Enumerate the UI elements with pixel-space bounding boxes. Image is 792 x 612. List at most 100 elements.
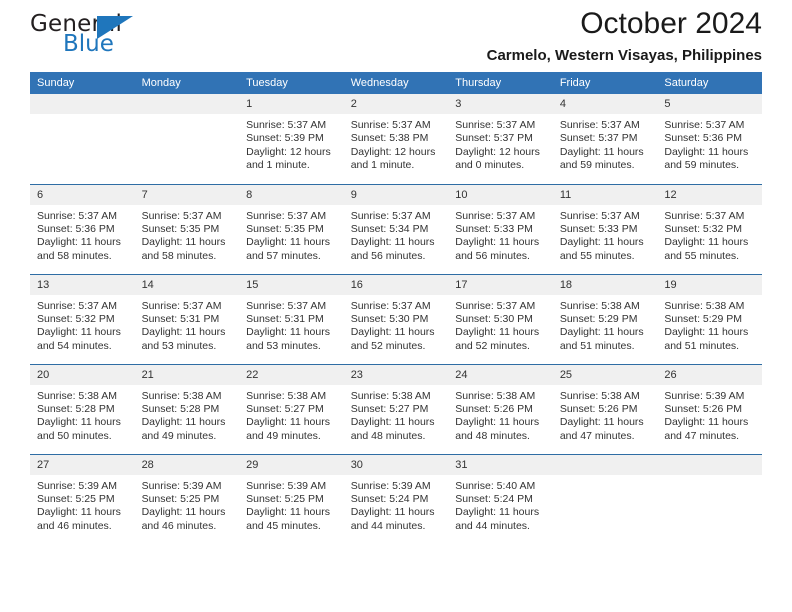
sunrise-text: Sunrise: 5:37 AM [350,119,431,131]
sunrise-text: Sunrise: 5:37 AM [350,299,431,312]
calendar-day-cell[interactable]: 15 Sunrise: 5:37 AM Sunset: 5:31 PM Dayligh… [239,273,344,364]
day-number: 9 [343,184,449,205]
sunrise-text: Sunrise: 5:38 AM [664,299,745,312]
day-number: 13 [30,274,135,295]
sunrise-sunset-calendar: Sunday Monday Tuesday Wednesday Thursday… [30,72,762,544]
calendar-day-cell[interactable]: 22 Sunrise: 5:38 AM Sunset: 5:27 PM Dayligh… [239,363,344,454]
calendar-body: 1 Sunrise: 5:37 AM Sunset: 5:39 PM Daylight… [30,94,762,544]
calendar-day-cell[interactable]: 1 Sunrise: 5:37 AM Sunset: 5:39 PM Daylight… [239,94,344,184]
day-number [552,454,658,475]
sunrise-text: Sunrise: 5:37 AM [246,299,327,312]
day-number: 16 [343,274,449,295]
day-details: Sunrise: 5:40 AM Sunset: 5:24 PM Daylight:… [448,475,553,534]
calendar-day-cell[interactable]: 11 Sunrise: 5:37 AM Sunset: 5:33 PM Dayligh… [552,183,658,274]
calendar-day-cell[interactable]: 9 Sunrise: 5:37 AM Sunset: 5:34 PM Daylight… [343,183,449,274]
sunset-text: Sunset: 5:33 PM [559,222,638,235]
calendar-day-cell[interactable]: 27 Sunrise: 5:39 AM Sunset: 5:25 PM Dayligh… [30,453,135,544]
sunrise-text: Sunrise: 5:37 AM [455,299,536,312]
calendar-day-cell[interactable]: 3 Sunrise: 5:37 AM Sunset: 5:37 PM Daylight… [448,94,553,184]
sunset-text: Sunset: 5:26 PM [455,402,533,415]
day-number: 30 [343,454,449,475]
day-details: Sunrise: 5:38 AM Sunset: 5:27 PM Daylight:… [239,385,344,444]
day-number: 21 [134,364,240,385]
calendar-day-cell[interactable]: 23 Sunrise: 5:38 AM Sunset: 5:27 PM Dayligh… [343,363,449,454]
daylight-text: Daylight: 11 hours and 47 minutes. [559,416,644,442]
daylight-text: Daylight: 11 hours and 48 minutes. [455,416,540,442]
calendar-day-cell[interactable]: 2 Sunrise: 5:37 AM Sunset: 5:38 PM Daylight… [343,94,449,184]
daylight-text: Daylight: 11 hours and 52 minutes. [350,326,435,352]
day-number: 5 [657,94,762,114]
day-details: Sunrise: 5:38 AM Sunset: 5:27 PM Daylight:… [344,385,449,444]
calendar-day-cell[interactable]: 16 Sunrise: 5:37 AM Sunset: 5:30 PM Dayligh… [343,273,449,364]
calendar-day-cell[interactable]: 17 Sunrise: 5:37 AM Sunset: 5:30 PM Dayligh… [448,273,553,364]
daylight-text: Daylight: 11 hours and 52 minutes. [455,326,540,352]
calendar-day-cell[interactable]: 18 Sunrise: 5:38 AM Sunset: 5:29 PM Dayligh… [552,273,658,364]
day-details: Sunrise: 5:37 AM Sunset: 5:36 PM Daylight:… [30,205,135,264]
calendar-day-cell[interactable]: 8 Sunrise: 5:37 AM Sunset: 5:35 PM Daylight… [239,183,344,274]
sunrise-text: Sunrise: 5:37 AM [141,209,222,222]
calendar-week-row: 1 Sunrise: 5:37 AM Sunset: 5:39 PM Daylight… [30,94,762,184]
calendar-week-row: 13 Sunrise: 5:37 AM Sunset: 5:32 PM Dayligh… [30,273,762,364]
sunrise-text: Sunrise: 5:37 AM [455,209,536,222]
daylight-text: Daylight: 12 hours and 1 minute. [246,145,331,172]
day-number: 7 [134,184,240,205]
sunset-text: Sunset: 5:31 PM [246,312,324,325]
daylight-text: Daylight: 11 hours and 44 minutes. [350,506,435,532]
calendar-day-cell[interactable]: 28 Sunrise: 5:39 AM Sunset: 5:25 PM Dayligh… [134,453,240,544]
sunrise-text: Sunrise: 5:38 AM [141,389,222,402]
sunset-text: Sunset: 5:25 PM [37,492,115,505]
calendar-day-cell[interactable]: 21 Sunrise: 5:38 AM Sunset: 5:28 PM Dayligh… [134,363,240,454]
sunrise-text: Sunrise: 5:37 AM [350,209,431,222]
sunset-text: Sunset: 5:38 PM [350,132,429,145]
day-number: 29 [239,454,344,475]
day-number: 19 [657,274,762,295]
day-number: 26 [657,364,762,385]
calendar-day-cell[interactable]: 20 Sunrise: 5:38 AM Sunset: 5:28 PM Dayligh… [30,363,135,454]
sunrise-text: Sunrise: 5:38 AM [559,389,640,402]
daylight-text: Daylight: 11 hours and 56 minutes. [455,236,540,262]
page-subtitle: Carmelo, Western Visayas, Philippines [486,47,762,64]
calendar-day-cell[interactable]: 14 Sunrise: 5:37 AM Sunset: 5:31 PM Dayligh… [134,273,240,364]
sunset-text: Sunset: 5:37 PM [559,132,638,145]
calendar-day-cell[interactable]: 12 Sunrise: 5:37 AM Sunset: 5:32 PM Dayligh… [657,183,762,274]
sunset-text: Sunset: 5:29 PM [559,312,638,325]
daylight-text: Daylight: 11 hours and 50 minutes. [37,416,121,442]
calendar-day-cell[interactable]: 13 Sunrise: 5:37 AM Sunset: 5:32 PM Dayligh… [30,273,135,364]
sunset-text: Sunset: 5:26 PM [664,402,743,415]
sunrise-text: Sunrise: 5:38 AM [246,389,327,402]
calendar-day-cell[interactable]: 6 Sunrise: 5:37 AM Sunset: 5:36 PM Daylight… [30,183,135,274]
calendar-empty-cell [30,94,135,184]
weekday-header-wednesday: Wednesday [343,72,449,94]
daylight-text: Daylight: 11 hours and 53 minutes. [246,326,330,352]
weekday-header-row: Sunday Monday Tuesday Wednesday Thursday… [30,72,762,94]
sunset-text: Sunset: 5:29 PM [664,312,743,325]
day-details: Sunrise: 5:39 AM Sunset: 5:25 PM Daylight:… [135,475,240,534]
calendar-day-cell[interactable]: 10 Sunrise: 5:37 AM Sunset: 5:33 PM Dayligh… [448,183,553,274]
calendar-day-cell[interactable]: 4 Sunrise: 5:37 AM Sunset: 5:37 PM Daylight… [552,94,658,184]
day-number [657,454,762,475]
calendar-day-cell[interactable]: 19 Sunrise: 5:38 AM Sunset: 5:29 PM Dayligh… [657,273,762,364]
day-details: Sunrise: 5:37 AM Sunset: 5:31 PM Daylight:… [135,295,240,354]
sunset-text: Sunset: 5:34 PM [350,222,429,235]
sunset-text: Sunset: 5:26 PM [559,402,638,415]
sunset-text: Sunset: 5:35 PM [141,222,220,235]
sunset-text: Sunset: 5:30 PM [350,312,429,325]
daylight-text: Daylight: 11 hours and 58 minutes. [141,236,226,262]
sunrise-text: Sunrise: 5:40 AM [455,479,536,492]
daylight-text: Daylight: 11 hours and 54 minutes. [37,326,121,352]
day-number: 24 [448,364,553,385]
calendar-day-cell[interactable]: 30 Sunrise: 5:39 AM Sunset: 5:24 PM Dayligh… [343,453,449,544]
sunset-text: Sunset: 5:31 PM [141,312,220,325]
page-header: General Blue October 2024 Carmelo, Weste… [30,0,762,72]
calendar-day-cell[interactable]: 7 Sunrise: 5:37 AM Sunset: 5:35 PM Daylight… [134,183,240,274]
calendar-day-cell[interactable]: 24 Sunrise: 5:38 AM Sunset: 5:26 PM Dayligh… [448,363,553,454]
day-details: Sunrise: 5:37 AM Sunset: 5:37 PM Daylight:… [448,114,553,173]
brand-logo[interactable]: General Blue [30,0,260,72]
calendar-day-cell[interactable]: 31 Sunrise: 5:40 AM Sunset: 5:24 PM Dayligh… [448,453,553,544]
sunrise-text: Sunrise: 5:38 AM [350,389,431,402]
calendar-day-cell[interactable]: 26 Sunrise: 5:39 AM Sunset: 5:26 PM Dayligh… [657,363,762,454]
sunrise-text: Sunrise: 5:38 AM [559,299,640,312]
calendar-day-cell[interactable]: 5 Sunrise: 5:37 AM Sunset: 5:36 PM Daylight… [657,94,762,184]
calendar-day-cell[interactable]: 29 Sunrise: 5:39 AM Sunset: 5:25 PM Dayligh… [239,453,344,544]
calendar-day-cell[interactable]: 25 Sunrise: 5:38 AM Sunset: 5:26 PM Dayligh… [552,363,658,454]
